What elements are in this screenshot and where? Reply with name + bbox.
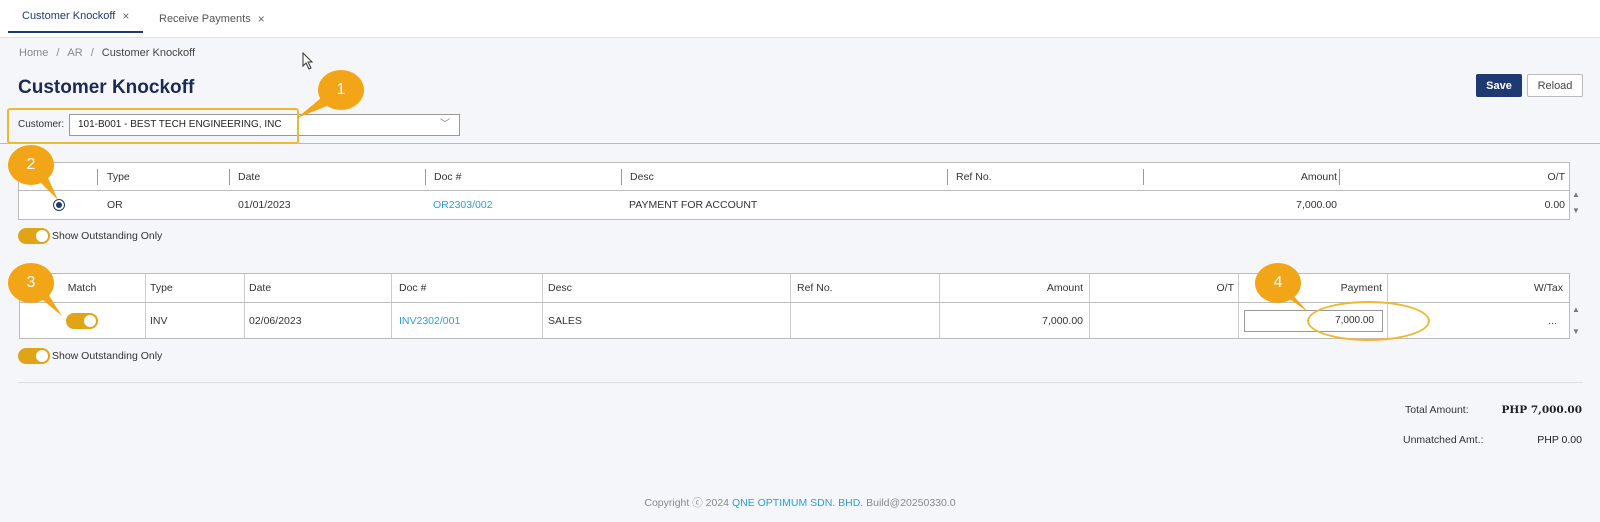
chevron-down-icon: ﹀ — [440, 119, 450, 130]
header-ref[interactable]: Ref No. — [956, 163, 992, 190]
cell-type: INV — [150, 315, 168, 327]
cell-date: 01/01/2023 — [238, 199, 291, 211]
header-amount[interactable]: Amount — [939, 274, 1083, 302]
total-amount-label: Total Amount: — [1405, 404, 1469, 416]
scroll-up-icon[interactable]: ▲ — [1572, 305, 1580, 314]
header-amount[interactable]: Amount — [1143, 163, 1337, 190]
footer-build: Build@20250330.0 — [866, 497, 956, 509]
footer-copyright: Copyright ⓒ 2024 — [644, 497, 730, 509]
cell-doc-link[interactable]: INV2302/001 — [399, 303, 460, 339]
highlight-box — [7, 108, 299, 144]
breadcrumb-separator: / — [56, 47, 60, 59]
header-type[interactable]: Type — [107, 163, 130, 190]
close-icon[interactable]: × — [122, 9, 129, 23]
callout-pointer — [297, 98, 327, 118]
header-doc[interactable]: Doc # — [399, 274, 426, 302]
tab-customer-knockoff[interactable]: Customer Knockoff × — [8, 0, 144, 33]
breadcrumb-separator: / — [90, 47, 94, 59]
unmatched-value: PHP 0.00 — [1537, 434, 1582, 446]
toggle-label: Show Outstanding Only — [52, 230, 163, 242]
receipts-table: Type Date Doc # Desc Ref No. Amount O/T … — [18, 162, 1570, 220]
header-desc[interactable]: Desc — [548, 274, 572, 302]
match-toggle[interactable] — [66, 313, 98, 329]
cell-amount: 7,000.00 — [1042, 315, 1083, 327]
mouse-cursor-icon — [302, 52, 314, 70]
match-cell[interactable] — [60, 303, 104, 339]
divider — [0, 143, 1600, 144]
header-type[interactable]: Type — [150, 274, 173, 302]
close-icon[interactable]: × — [258, 12, 265, 26]
show-outstanding-toggle[interactable] — [18, 348, 50, 364]
breadcrumb-current: Customer Knockoff — [101, 47, 196, 59]
cell-type: OR — [107, 199, 123, 211]
cell-date: 02/06/2023 — [249, 315, 302, 327]
callout-pointer — [38, 178, 58, 200]
scroll-down-icon[interactable]: ▼ — [1572, 206, 1580, 215]
toggle-label: Show Outstanding Only — [52, 350, 163, 362]
table-header: Type Date Doc # Desc Ref No. Amount O/T — [19, 163, 1569, 191]
tab-label: Customer Knockoff — [22, 9, 116, 22]
show-outstanding-toggle[interactable] — [18, 228, 50, 244]
header-match[interactable]: Match — [60, 274, 104, 302]
footer-company-link[interactable]: QNE OPTIMUM SDN. BHD. — [732, 497, 863, 509]
unmatched-label: Unmatched Amt.: — [1403, 434, 1484, 446]
total-amount-value: PHP 7,000.00 — [1501, 404, 1582, 416]
page-title: Customer Knockoff — [18, 77, 195, 98]
cell-ot: 0.00 — [1544, 199, 1565, 211]
cell-amount: 7,000.00 — [1296, 199, 1337, 211]
divider — [18, 382, 1583, 383]
callout-pointer — [38, 294, 62, 316]
tab-bar: Customer Knockoff × Receive Payments × — [0, 0, 1600, 38]
header-ot[interactable]: O/T — [1339, 163, 1566, 190]
breadcrumb-ar[interactable]: AR — [67, 47, 82, 59]
tab-receive-payments[interactable]: Receive Payments × — [159, 0, 265, 38]
table-row[interactable]: OR 01/01/2023 OR2303/002 PAYMENT FOR ACC… — [19, 191, 1569, 219]
outstanding-toggle-row: Show Outstanding Only — [18, 228, 162, 244]
outstanding-toggle-row: Show Outstanding Only — [18, 348, 162, 364]
header-ref[interactable]: Ref No. — [797, 274, 833, 302]
tab-label: Receive Payments — [159, 13, 251, 25]
highlight-ellipse — [1307, 301, 1430, 341]
cell-desc: PAYMENT FOR ACCOUNT — [629, 199, 758, 211]
header-date[interactable]: Date — [249, 274, 271, 302]
header-ot[interactable]: O/T — [1089, 274, 1235, 302]
header-doc[interactable]: Doc # — [434, 163, 461, 190]
save-button[interactable]: Save — [1476, 74, 1522, 97]
table-header: Match Type Date Doc # Desc Ref No. Amoun… — [20, 274, 1569, 303]
breadcrumb: Home / AR / Customer Knockoff — [19, 47, 195, 59]
footer: Copyright ⓒ 2024 QNE OPTIMUM SDN. BHD. B… — [0, 495, 1600, 510]
callout-pointer — [1280, 292, 1308, 312]
scroll-down-icon[interactable]: ▼ — [1572, 327, 1580, 336]
header-desc[interactable]: Desc — [630, 163, 654, 190]
cell-doc-link[interactable]: OR2303/002 — [433, 191, 493, 219]
scroll-up-icon[interactable]: ▲ — [1572, 190, 1580, 199]
header-wtax[interactable]: W/Tax — [1387, 274, 1563, 302]
header-date[interactable]: Date — [238, 163, 260, 190]
cell-desc: SALES — [548, 315, 582, 327]
breadcrumb-home[interactable]: Home — [19, 47, 48, 59]
reload-button[interactable]: Reload — [1527, 74, 1583, 97]
